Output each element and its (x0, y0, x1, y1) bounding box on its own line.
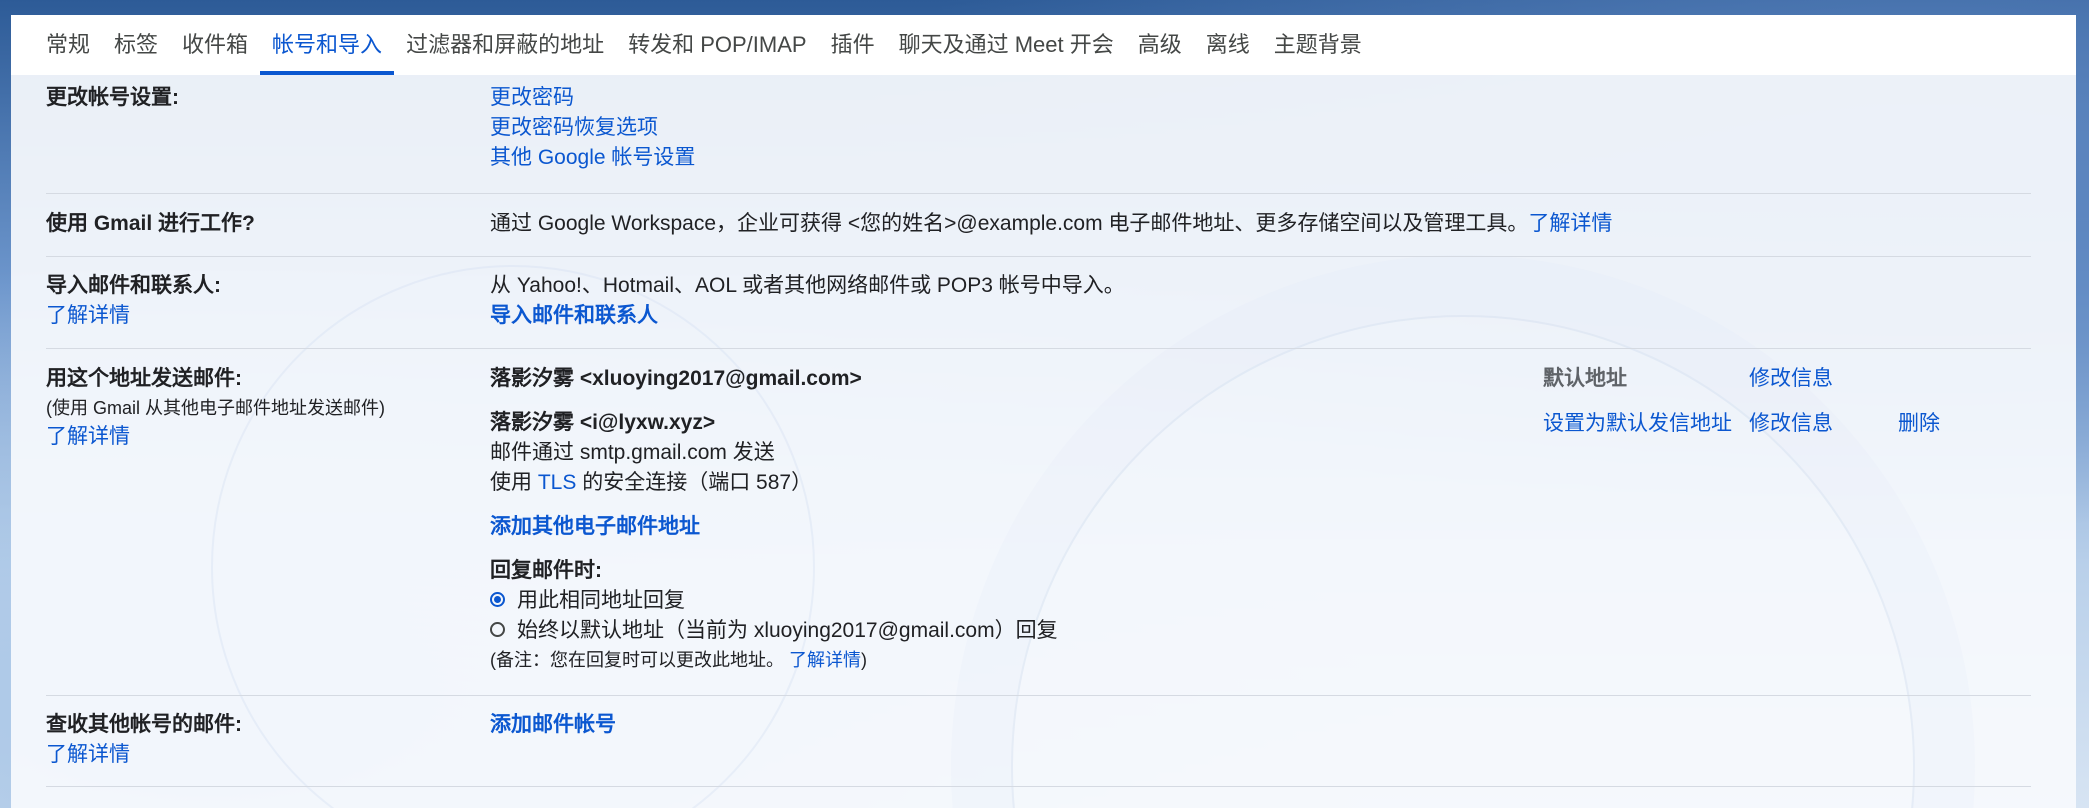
reply-note-prefix: (备注：您在回复时可以更改此地址。 (490, 650, 784, 670)
add-mail-account-link[interactable]: 添加邮件帐号 (490, 710, 616, 740)
import-label: 导入邮件和联系人: (46, 274, 221, 297)
reply-default-radio[interactable] (490, 621, 505, 637)
delete-address-link[interactable]: 删除 (1898, 409, 1940, 439)
settings-panel: 常规 标签 收件箱 帐号和导入 过滤器和屏蔽的地址 转发和 POP/IMAP 插… (11, 15, 2076, 808)
tab-themes[interactable]: 主题背景 (1262, 15, 1374, 75)
import-row: 导入邮件和联系人: 了解详情 从 Yahoo!、Hotmail、AOL 或者其他… (46, 257, 2031, 349)
add-email-address-link[interactable]: 添加其他电子邮件地址 (490, 512, 1058, 542)
check-mail-row: 查收其他帐号的邮件: 了解详情 添加邮件帐号 (46, 696, 2031, 787)
tab-labels[interactable]: 标签 (102, 15, 170, 75)
tls-prefix: 使用 (490, 471, 532, 494)
import-mail-contacts-link[interactable]: 导入邮件和联系人 (490, 301, 1125, 331)
import-learn-more-link[interactable]: 了解详情 (46, 301, 466, 331)
change-account-label: 更改帐号设置: (46, 86, 179, 109)
reply-note: (备注：您在回复时可以更改此地址。 了解详情) (490, 646, 1058, 674)
make-default-link[interactable]: 设置为默认发信地址 (1543, 409, 1732, 439)
reply-note-suffix: ) (861, 650, 868, 670)
reply-note-learn-more-link[interactable]: 了解详情 (789, 650, 861, 670)
reply-option-same[interactable]: 用此相同地址回复 (490, 586, 1058, 616)
send-as-label: 用这个地址发送邮件: (46, 367, 242, 390)
reply-default-label: 始终以默认地址（当前为 xluoying2017@gmail.com）回复 (517, 619, 1058, 642)
change-account-row: 更改帐号设置: 更改密码 更改密码恢复选项 其他 Google 帐号设置 (46, 75, 2031, 194)
send-as-address-2-via: 邮件通过 smtp.gmail.com 发送 (490, 441, 775, 464)
send-as-address-2: 落影汐雾 <i@lyxw.xyz> (490, 411, 716, 434)
work-row: 使用 Gmail 进行工作? 通过 Google Workspace，企业可获得… (46, 194, 2031, 257)
import-description: 从 Yahoo!、Hotmail、AOL 或者其他网络邮件或 POP3 帐号中导… (490, 274, 1125, 297)
send-as-address-1: 落影汐雾 <xluoying2017@gmail.com> (490, 367, 862, 390)
reply-option-default[interactable]: 始终以默认地址（当前为 xluoying2017@gmail.com）回复 (490, 616, 1058, 646)
edit-info-link-2[interactable]: 修改信息 (1749, 409, 1833, 439)
send-as-sublabel: (使用 Gmail 从其他电子邮件地址发送邮件) (46, 398, 385, 418)
work-learn-more-link[interactable]: 了解详情 (1528, 212, 1612, 235)
tab-accounts-import[interactable]: 帐号和导入 (260, 15, 395, 75)
tab-advanced[interactable]: 高级 (1126, 15, 1194, 75)
tab-offline[interactable]: 离线 (1194, 15, 1262, 75)
tab-inbox[interactable]: 收件箱 (170, 15, 260, 75)
send-as-address-2-tls: 使用 TLS 的安全连接（端口 587） (490, 468, 1058, 498)
settings-content: 更改帐号设置: 更改密码 更改密码恢复选项 其他 Google 帐号设置 使用 … (11, 75, 2031, 787)
change-password-link[interactable]: 更改密码 (490, 83, 695, 113)
change-recovery-link[interactable]: 更改密码恢复选项 (490, 113, 695, 143)
tls-suffix: 的安全连接（端口 587） (582, 471, 813, 494)
work-description: 通过 Google Workspace，企业可获得 <您的姓名>@example… (490, 212, 1529, 235)
reply-same-radio[interactable] (490, 591, 505, 607)
send-as-learn-more-link[interactable]: 了解详情 (46, 422, 466, 452)
settings-tabs: 常规 标签 收件箱 帐号和导入 过滤器和屏蔽的地址 转发和 POP/IMAP 插… (11, 15, 2076, 75)
reply-same-label: 用此相同地址回复 (517, 589, 685, 612)
send-as-row: 用这个地址发送邮件: (使用 Gmail 从其他电子邮件地址发送邮件) 了解详情… (46, 349, 2031, 696)
google-account-settings-link[interactable]: 其他 Google 帐号设置 (490, 143, 695, 173)
work-label: 使用 Gmail 进行工作? (46, 212, 255, 235)
default-address-badge: 默认地址 (1543, 367, 1627, 390)
tab-addons[interactable]: 插件 (819, 15, 887, 75)
reply-label: 回复邮件时: (490, 559, 602, 582)
tab-chat-meet[interactable]: 聊天及通过 Meet 开会 (887, 15, 1126, 75)
tls-link[interactable]: TLS (538, 471, 577, 494)
edit-info-link-1[interactable]: 修改信息 (1749, 364, 1833, 394)
check-mail-learn-more-link[interactable]: 了解详情 (46, 740, 466, 770)
check-mail-label: 查收其他帐号的邮件: (46, 713, 242, 736)
tab-general[interactable]: 常规 (34, 15, 102, 75)
tab-filters[interactable]: 过滤器和屏蔽的地址 (394, 15, 616, 75)
tab-forwarding-pop-imap[interactable]: 转发和 POP/IMAP (616, 15, 818, 75)
